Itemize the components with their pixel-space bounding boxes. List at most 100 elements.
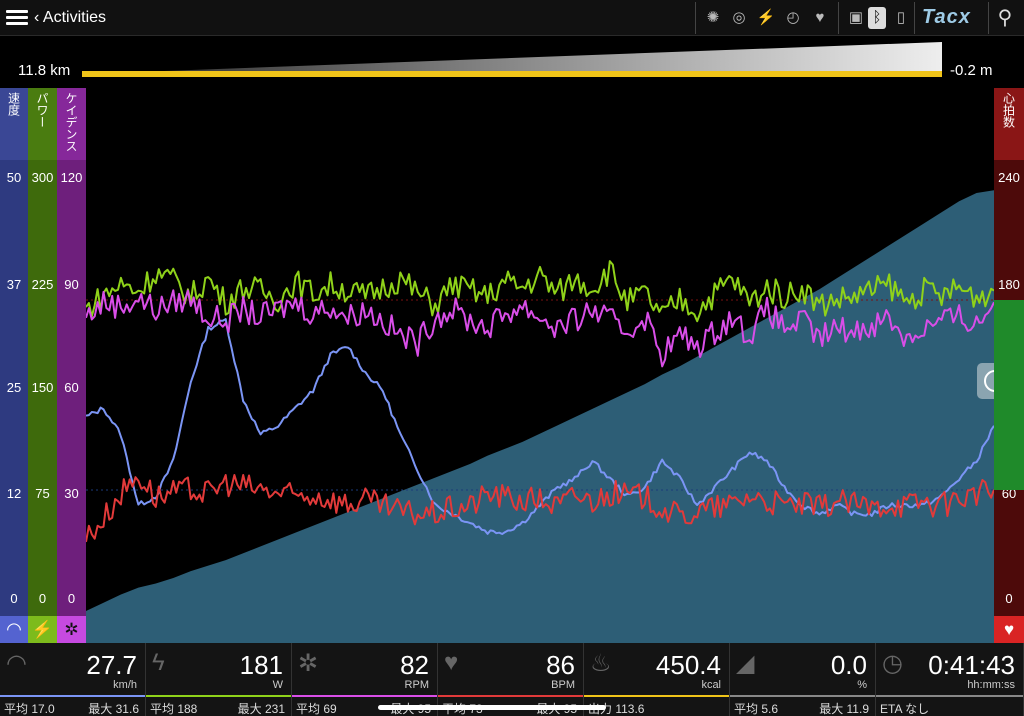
heart-rate-icon[interactable]: ♥ bbox=[994, 616, 1024, 643]
metric-average: ETA なし bbox=[880, 702, 930, 716]
route-elevation-wedge bbox=[82, 42, 942, 74]
power-bolt-icon[interactable]: ⚡ bbox=[28, 616, 57, 643]
metric-color-line bbox=[730, 695, 875, 697]
axis-tick: 75 bbox=[35, 486, 50, 501]
axis-tick: 0 bbox=[38, 591, 47, 606]
axis-tick: 30 bbox=[64, 486, 79, 501]
search-icon[interactable]: ⚲ bbox=[994, 7, 1016, 29]
speed-axis-header: 速度 bbox=[0, 88, 28, 160]
divider bbox=[838, 2, 839, 34]
power-axis: パワー 300 225 150 75 0 ⚡ bbox=[28, 88, 57, 643]
metric-color-line bbox=[0, 695, 145, 697]
tacx-logo: Tacx bbox=[922, 6, 971, 28]
axis-tick: 0 bbox=[10, 591, 18, 606]
route-profile-strip: 11.8 km -0.2 m bbox=[0, 36, 1024, 88]
axis-tick: 240 bbox=[998, 170, 1020, 185]
axis-tick: 37 bbox=[6, 277, 22, 292]
metric-value: 86 bbox=[546, 650, 575, 680]
divider bbox=[914, 2, 915, 34]
heart-rate-axis: 心拍数 240 180 120 60 0 ♥ bbox=[994, 88, 1024, 643]
metric-maximum: 最大 231 bbox=[237, 702, 285, 716]
settings-gear-icon[interactable]: ✺ bbox=[702, 7, 724, 29]
metric-color-line bbox=[876, 695, 1023, 697]
chart-position-handle[interactable] bbox=[977, 363, 994, 399]
crank-icon: ✲ bbox=[298, 650, 319, 677]
metric-value: 0:41:43 bbox=[928, 650, 1015, 680]
heart-rate-zone-band bbox=[994, 300, 1024, 490]
metric-maximum: 最大 11.9 bbox=[819, 702, 869, 716]
metric-value: 0.0 bbox=[830, 650, 867, 680]
metric-color-line bbox=[584, 695, 729, 697]
metric-average: 平均 17.0 bbox=[4, 702, 55, 716]
ant-sensor-icon[interactable]: ▣ bbox=[845, 7, 867, 29]
metric-color-line bbox=[292, 695, 437, 697]
metric-unit: W bbox=[272, 679, 283, 691]
slope-icon: ◢ bbox=[736, 650, 755, 677]
axis-tick: 0 bbox=[67, 591, 76, 606]
clock-icon: ◷ bbox=[882, 650, 903, 677]
cadence-axis: ケイデンス 120 90 60 30 0 ✲ bbox=[57, 88, 86, 643]
metric-color-line bbox=[438, 695, 583, 697]
cadence-axis-header: ケイデンス bbox=[57, 88, 86, 160]
axis-tick: 300 bbox=[31, 170, 54, 185]
power-icon[interactable]: ⚡ bbox=[755, 7, 777, 29]
power-axis-label: パワー bbox=[35, 92, 49, 128]
metric-unit: BPM bbox=[551, 679, 575, 691]
activity-chart bbox=[86, 88, 994, 643]
metric-value: 181 bbox=[239, 650, 283, 680]
elevation-profile bbox=[86, 190, 994, 643]
heart-rate-axis-header: 心拍数 bbox=[994, 88, 1024, 160]
axis-tick: 50 bbox=[6, 170, 22, 185]
record-icon[interactable]: ◎ bbox=[728, 7, 750, 29]
axis-tick: 120 bbox=[60, 170, 83, 185]
back-to-activities-link[interactable]: ‹ Activities bbox=[34, 9, 106, 27]
axis-tick: 12 bbox=[6, 486, 22, 501]
axis-tick: 25 bbox=[6, 380, 22, 395]
route-progress-bar bbox=[82, 42, 942, 77]
metric-unit: km/h bbox=[113, 679, 137, 691]
flame-icon: ♨ bbox=[590, 650, 612, 677]
metric-unit: kcal bbox=[701, 679, 721, 691]
metric-average: 平均 5.6 bbox=[734, 702, 779, 716]
metric-color-line bbox=[146, 695, 291, 697]
elevation-area bbox=[86, 190, 994, 643]
axis-tick: 0 bbox=[1005, 591, 1013, 606]
axis-tick: 225 bbox=[31, 277, 54, 292]
metric-tile-calories[interactable]: ♨ 450.4 kcal 出力 113.6 bbox=[584, 643, 730, 716]
metric-tile-power[interactable]: ϟ 181 W 平均 188 最大 231 bbox=[146, 643, 292, 716]
speedometer-icon: ◠ bbox=[6, 650, 27, 677]
speed-axis: 速度 50 37 25 12 0 ◠ bbox=[0, 88, 28, 643]
metric-unit: % bbox=[857, 679, 867, 691]
power-bolt-icon: ϟ bbox=[152, 649, 165, 676]
cadence-axis-label: ケイデンス bbox=[64, 92, 78, 152]
crank-icon[interactable]: ✲ bbox=[57, 616, 86, 643]
axis-tick: 90 bbox=[64, 277, 79, 292]
metric-tile-gradient[interactable]: ◢ 0.0% 平均 5.6 最大 11.9 bbox=[730, 643, 876, 716]
divider bbox=[695, 2, 696, 34]
route-progress-fill bbox=[82, 71, 942, 77]
speedometer-icon[interactable]: ◠ bbox=[0, 616, 28, 643]
metric-average: 平均 69 bbox=[296, 702, 337, 716]
trainer-icon[interactable]: ▯ bbox=[890, 7, 912, 29]
metric-value: 450.4 bbox=[655, 650, 721, 680]
metric-value: 27.7 bbox=[86, 650, 137, 680]
home-indicator bbox=[378, 705, 606, 710]
heart-rate-axis-label: 心拍数 bbox=[1001, 92, 1016, 128]
axis-tick: 150 bbox=[31, 380, 54, 395]
divider bbox=[988, 2, 989, 34]
bluetooth-icon[interactable]: ᛒ bbox=[868, 7, 886, 29]
axis-tick: 60 bbox=[64, 380, 79, 395]
distance-start-label: 11.8 km bbox=[18, 62, 71, 79]
metric-maximum: 最大 31.6 bbox=[88, 702, 139, 716]
power-axis-header: パワー bbox=[28, 88, 57, 160]
metric-tile-time[interactable]: ◷ 0:41:43 hh:mm:ss ETA なし bbox=[876, 643, 1024, 716]
speed-icon[interactable]: ◴ bbox=[782, 7, 804, 29]
distance-end-label: -0.2 m bbox=[950, 62, 993, 79]
axis-tick: 180 bbox=[998, 277, 1020, 292]
metric-unit: RPM bbox=[404, 679, 429, 691]
heart-icon[interactable]: ♥ bbox=[809, 7, 831, 29]
metric-average: 平均 188 bbox=[150, 702, 198, 716]
heart-rate-icon: ♥ bbox=[444, 649, 459, 676]
metric-tile-speed[interactable]: ◠ 27.7 km/h 平均 17.0 最大 31.6 bbox=[0, 643, 146, 716]
menu-icon[interactable] bbox=[6, 8, 28, 28]
